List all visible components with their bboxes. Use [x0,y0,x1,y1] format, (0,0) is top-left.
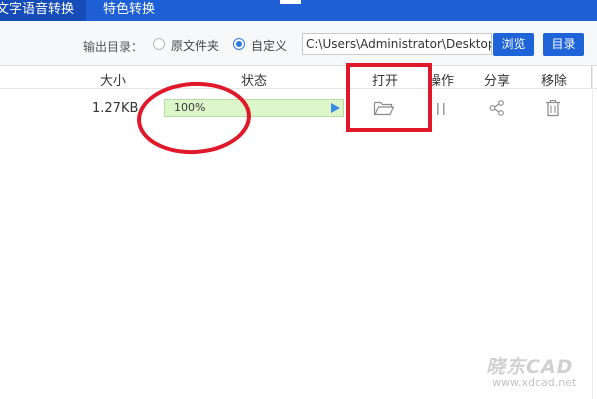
file-list-header: 大小 状态 打开 操作 分享 移除 [0,66,597,89]
trash-icon[interactable] [545,99,561,121]
tab-indicator [280,0,301,4]
share-icon[interactable] [488,99,506,121]
pause-icon[interactable] [436,101,446,120]
directory-button[interactable]: 目录 [543,33,584,56]
output-dir-label: 输出目录： [83,40,144,54]
play-icon[interactable] [331,103,340,113]
panel-border [592,66,593,399]
file-size: 1.27KB [92,101,139,116]
radio-custom-label[interactable]: 自定义 [251,37,287,54]
annotation-circle [135,79,253,157]
watermark-url: www.xdcad.net [492,376,577,389]
watermark-logo: 晓东CAD [486,356,574,378]
output-path-input[interactable]: C:\Users\Administrator\Desktop [302,33,492,55]
browse-button[interactable]: 浏览 [493,33,534,56]
annotation-rectangle [346,63,432,132]
column-size: 大小 [100,74,127,89]
column-share: 分享 [484,74,511,89]
top-tab-bar: 文字语音转换 特色转换 [0,0,597,21]
column-remove: 移除 [541,74,568,89]
radio-original-folder[interactable] [153,38,165,50]
radio-custom[interactable] [233,38,245,50]
column-status: 状态 [241,74,268,89]
radio-original-folder-label[interactable]: 原文件夹 [171,37,219,54]
tab-text-speech[interactable]: 文字语音转换 [0,0,86,21]
tab-special-convert[interactable]: 特色转换 [103,0,155,21]
output-directory-bar: 输出目录： 原文件夹 自定义 C:\Users\Administrator\De… [0,21,597,66]
